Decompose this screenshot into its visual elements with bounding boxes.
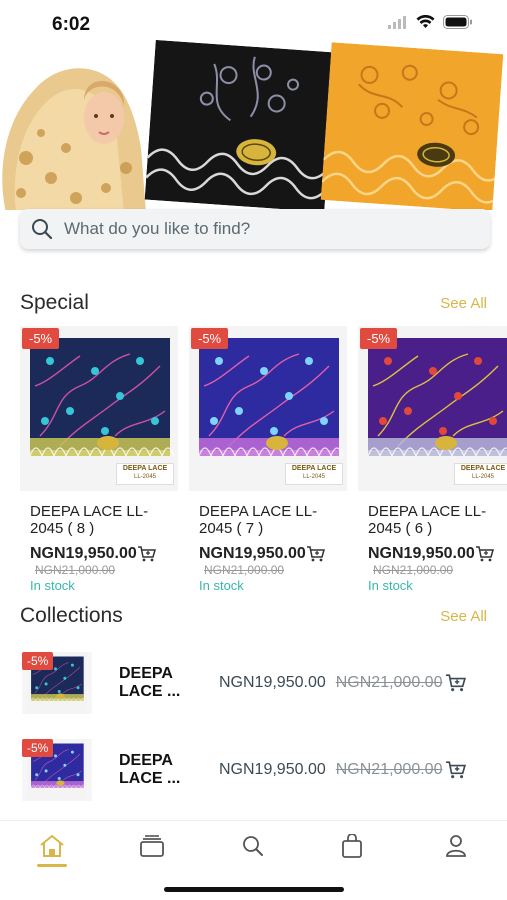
product-tag-label: DEEPA LACE — [122, 465, 168, 472]
discount-badge: -5% — [22, 739, 54, 757]
status-icons — [388, 15, 473, 29]
special-header: Special See All — [20, 291, 487, 315]
status-time: 6:02 — [52, 14, 91, 35]
collection-name[interactable]: DEEPA LACE ... — [119, 752, 191, 788]
collection-price: NGN19,950.00 — [219, 674, 326, 691]
price-row: NGN19,950.00 — [199, 545, 359, 563]
hero-scarf-image — [2, 68, 146, 210]
product-name[interactable]: DEEPA LACE LL-2045 ( 7 ) — [199, 503, 347, 537]
bag-icon — [342, 834, 362, 858]
product-tag: DEEPA LACE LL-2045 — [285, 463, 343, 485]
hero-orange-lace-image — [320, 42, 504, 210]
add-to-cart-icon — [446, 761, 467, 779]
product-old-price: NGN21,000.00 — [35, 563, 116, 577]
product-tag-label: DEEPA LACE — [460, 465, 506, 472]
home-icon — [40, 835, 64, 857]
nav-bag[interactable] — [332, 831, 372, 861]
battery-icon — [443, 15, 472, 29]
product-old-price: NGN21,000.00 — [373, 563, 454, 577]
profile-icon — [446, 835, 466, 857]
stock-status: In stock — [30, 578, 75, 593]
product-tag-code: LL-2045 — [302, 474, 326, 480]
collection-name[interactable]: DEEPA LACE ... — [119, 665, 191, 701]
product-price: NGN19,950.00 — [30, 545, 137, 562]
nav-home[interactable] — [32, 831, 72, 861]
collections-see-all-link[interactable]: See All — [440, 608, 487, 625]
signal-icon — [388, 16, 406, 29]
special-product-card[interactable]: -5% DEEPA LACE LL-2045 DEEPA LACE LL-204… — [189, 326, 347, 593]
collections-icon — [140, 835, 164, 857]
discount-badge: -5% — [191, 328, 229, 349]
discount-badge: -5% — [22, 328, 60, 349]
stock-status: In stock — [368, 578, 413, 593]
hero-black-lace-image — [144, 40, 336, 210]
nav-active-indicator — [37, 864, 67, 867]
product-image[interactable]: -5% DEEPA LACE LL-2045 — [189, 326, 347, 491]
nav-profile[interactable] — [436, 831, 476, 861]
price-row: NGN19,950.00 — [368, 545, 507, 563]
special-product-card[interactable]: -5% DEEPA LACE LL-2045 DEEPA LACE LL-204… — [358, 326, 507, 593]
add-to-cart-icon[interactable] — [137, 546, 156, 562]
add-to-cart-icon — [446, 674, 467, 692]
product-price: NGN19,950.00 — [199, 545, 306, 562]
search-input[interactable] — [64, 219, 464, 239]
add-to-cart-button[interactable] — [446, 761, 467, 779]
wifi-icon — [416, 15, 435, 28]
collection-list-item[interactable]: -5% DEEPA LACE ... NGN19,950.00 NGN21,00… — [22, 735, 488, 805]
collection-price: NGN19,950.00 — [219, 761, 326, 778]
product-tag-code: LL-2045 — [133, 474, 157, 480]
add-to-cart-icon[interactable] — [475, 546, 494, 562]
collection-image[interactable]: -5% — [22, 652, 92, 714]
product-image[interactable]: -5% DEEPA LACE LL-2045 — [358, 326, 507, 491]
special-title: Special — [20, 291, 89, 314]
product-old-price: NGN21,000.00 — [204, 563, 285, 577]
add-to-cart-button[interactable] — [446, 674, 467, 692]
stock-status: In stock — [199, 578, 244, 593]
product-tag: DEEPA LACE LL-2045 — [454, 463, 507, 485]
special-carousel[interactable]: -5% DEEPA LACE LL-2045 DEEPA LACE LL-204… — [20, 326, 507, 596]
price-row: NGN19,950.00 — [30, 545, 190, 563]
home-indicator — [164, 887, 344, 892]
nav-collections[interactable] — [132, 831, 172, 861]
discount-badge: -5% — [360, 328, 398, 349]
collections-title: Collections — [20, 604, 123, 627]
nav-search[interactable] — [233, 831, 273, 861]
special-product-card[interactable]: -5% DEEPA LACE LL-2045 DEEPA LACE LL-204… — [20, 326, 178, 593]
product-name[interactable]: DEEPA LACE LL-2045 ( 6 ) — [368, 503, 507, 537]
special-see-all-link[interactable]: See All — [440, 295, 487, 312]
product-price: NGN19,950.00 — [368, 545, 475, 562]
add-to-cart-icon[interactable] — [306, 546, 325, 562]
search-icon — [20, 218, 64, 240]
collection-list-item[interactable]: -5% DEEPA LACE ... NGN19,950.00 NGN21,00… — [22, 648, 488, 718]
collection-image[interactable]: -5% — [22, 739, 92, 801]
product-name[interactable]: DEEPA LACE LL-2045 ( 8 ) — [30, 503, 178, 537]
discount-badge: -5% — [22, 652, 54, 670]
collections-header: Collections See All — [20, 604, 487, 628]
search-icon — [243, 836, 263, 856]
hero-banner[interactable] — [0, 40, 507, 210]
product-tag-code: LL-2045 — [471, 474, 495, 480]
collection-old-price: NGN21,000.00 — [335, 674, 443, 691]
product-image[interactable]: -5% DEEPA LACE LL-2045 — [20, 326, 178, 491]
search-bar[interactable] — [20, 209, 490, 249]
collection-old-price: NGN21,000.00 — [335, 761, 443, 778]
product-tag: DEEPA LACE LL-2045 — [116, 463, 174, 485]
product-tag-label: DEEPA LACE — [291, 465, 337, 472]
